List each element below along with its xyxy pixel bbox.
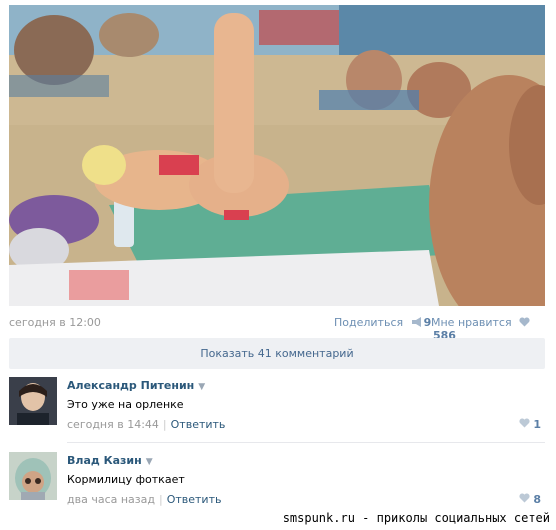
- comment-like-count: 1: [533, 418, 541, 431]
- comment-item: Влад Казин ▼ Кормилицу фоткает два часа н…: [9, 452, 545, 516]
- avatar[interactable]: [9, 452, 57, 500]
- comment-time[interactable]: сегодня в 14:44: [67, 418, 159, 431]
- caret-down-icon[interactable]: ▼: [198, 382, 205, 392]
- comment-like-count: 8: [533, 493, 541, 506]
- heart-icon: [519, 317, 530, 327]
- show-comments-button[interactable]: Показать 41 комментарий: [9, 338, 545, 369]
- comment-author-name: Александр Питенин: [67, 379, 195, 392]
- separator: |: [158, 493, 163, 506]
- comment-info: сегодня в 14:44 | Ответить: [67, 418, 225, 431]
- comment-time[interactable]: два часа назад: [67, 493, 155, 506]
- like-label: Мне нравится: [431, 316, 512, 329]
- comment-like-button[interactable]: 1: [519, 418, 541, 431]
- comment-divider: [67, 442, 545, 443]
- heart-icon: [519, 493, 530, 503]
- watermark: smspunk.ru - приколы социальных сетей: [282, 511, 550, 525]
- reply-button[interactable]: Ответить: [167, 493, 222, 506]
- caret-down-icon[interactable]: ▼: [146, 457, 153, 467]
- comment-text: Кормилицу фоткает: [67, 473, 185, 486]
- share-button[interactable]: Поделиться 9: [334, 316, 431, 329]
- post-time[interactable]: сегодня в 12:00: [9, 316, 101, 329]
- show-comments-label: Показать 41 комментарий: [200, 347, 354, 360]
- comment-item: Александр Питенин ▼ Это уже на орленке се…: [9, 377, 545, 441]
- avatar-image: [9, 377, 57, 425]
- post-photo[interactable]: [9, 5, 545, 306]
- comment-author-name: Влад Казин: [67, 454, 142, 467]
- comment-author[interactable]: Александр Питенин ▼: [67, 379, 205, 392]
- reply-button[interactable]: Ответить: [171, 418, 226, 431]
- separator: |: [162, 418, 167, 431]
- avatar-image: [9, 452, 57, 500]
- megaphone-icon: [411, 317, 421, 327]
- comment-text: Это уже на орленке: [67, 398, 184, 411]
- comment-info: два часа назад | Ответить: [67, 493, 221, 506]
- beach-photo-image: [9, 5, 545, 306]
- comment-like-button[interactable]: 8: [519, 493, 541, 506]
- share-label: Поделиться: [334, 316, 404, 329]
- post-meta: сегодня в 12:00 Поделиться 9 Мне нравитс…: [9, 315, 545, 342]
- comment-author[interactable]: Влад Казин ▼: [67, 454, 153, 467]
- avatar[interactable]: [9, 377, 57, 425]
- heart-icon: [519, 418, 530, 428]
